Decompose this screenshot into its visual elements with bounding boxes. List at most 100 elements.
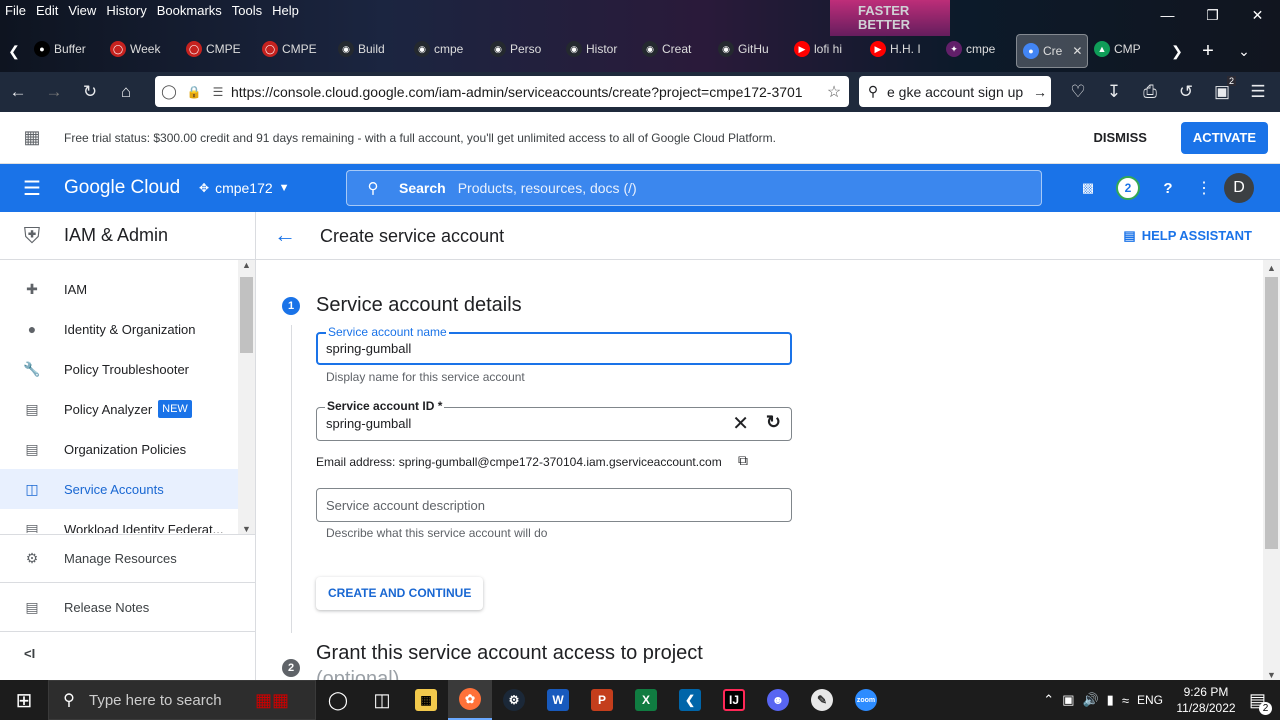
downloads-icon[interactable]: ↧ <box>1096 76 1132 108</box>
sidebar-item-org-policies[interactable]: ▤ Organization Policies <box>0 429 238 469</box>
cloud-shell-icon[interactable]: ▩ <box>1072 172 1104 204</box>
forward-icon[interactable]: → <box>36 76 72 108</box>
sidebar-item-policy-analyzer[interactable]: ▤ Policy Analyzer NEW <box>0 389 238 429</box>
scroll-down-icon[interactable]: ▼ <box>238 524 255 534</box>
taskbar-search[interactable]: ⚲ Type here to search ▦▦ <box>48 680 316 720</box>
zoom-icon[interactable]: zoom <box>844 680 888 720</box>
home-icon[interactable]: ⌂ <box>108 76 144 108</box>
close-window-icon[interactable]: ✕ <box>1235 0 1280 30</box>
menu-edit[interactable]: Edit <box>31 2 63 20</box>
id-field-value[interactable]: spring-gumball <box>326 416 411 431</box>
hamburger-menu-icon[interactable]: ☰ <box>1240 76 1276 108</box>
browser-search-box[interactable]: ⚲ e gke account sign up → <box>859 76 1051 107</box>
name-field-value[interactable]: spring-gumball <box>326 341 411 356</box>
sidebar-item-identity[interactable]: ● Identity & Organization <box>0 309 238 349</box>
menu-file[interactable]: File <box>0 2 31 20</box>
browser-tab[interactable]: ◉ Perso <box>484 34 560 64</box>
main-scrollbar[interactable]: ▲ ▼ <box>1263 260 1280 680</box>
sidebar-item-service-accounts[interactable]: ◫ Service Accounts <box>0 469 238 509</box>
browser-tab[interactable]: ◉ cmpe <box>408 34 484 64</box>
excel-icon[interactable]: X <box>624 680 668 720</box>
browser-tab[interactable]: ● Buffer <box>28 34 104 64</box>
search-go-icon[interactable]: → <box>1029 84 1051 100</box>
description-placeholder[interactable]: Service account description <box>326 498 485 513</box>
tabs-scroll-right-icon[interactable]: ❯ <box>1164 31 1190 71</box>
scroll-up-icon[interactable]: ▲ <box>238 260 255 277</box>
avatar[interactable]: D <box>1224 173 1254 203</box>
action-center-icon[interactable]: ▤ 2 <box>1249 690 1272 715</box>
scrollbar-thumb[interactable] <box>240 277 253 353</box>
menu-tools[interactable]: Tools <box>227 2 267 20</box>
print-icon[interactable]: ⎙ <box>1132 76 1168 108</box>
history-icon[interactable]: ↺ <box>1168 76 1204 108</box>
copy-icon[interactable]: ⧉ <box>738 452 748 469</box>
sidebar-item-release-notes[interactable]: ▤ Release Notes <box>0 587 255 627</box>
scrollbar-thumb[interactable] <box>1265 277 1278 549</box>
browser-tab[interactable]: ◯ CMPE <box>180 34 256 64</box>
bookmark-star-icon[interactable]: ☆ <box>819 82 849 102</box>
back-arrow-icon[interactable]: ← <box>274 222 296 248</box>
new-tab-icon[interactable]: + <box>1190 31 1226 71</box>
url-text[interactable]: https://console.cloud.google.com/iam-adm… <box>231 84 819 100</box>
sidebar-scrollbar[interactable]: ▲ ▼ <box>238 260 255 534</box>
firefox-icon[interactable]: ✿ <box>448 680 492 720</box>
permissions-icon[interactable]: ☰ <box>205 85 231 99</box>
lock-icon[interactable]: 🔒 <box>183 85 205 99</box>
powerpoint-icon[interactable]: P <box>580 680 624 720</box>
maximize-icon[interactable]: ❐ <box>1190 0 1235 30</box>
menu-history[interactable]: History <box>101 2 151 20</box>
wifi-icon[interactable]: ≈ <box>1122 693 1129 708</box>
sidebar-item-workload-identity[interactable]: ▤ Workload Identity Federat... <box>0 509 238 534</box>
sidebar-item-manage-resources[interactable]: ⚙ Manage Resources <box>0 538 255 578</box>
battery-icon[interactable]: ▮ <box>1107 692 1114 708</box>
browser-tab[interactable]: ◯ Week <box>104 34 180 64</box>
intellij-icon[interactable]: IJ <box>712 680 756 720</box>
meet-now-icon[interactable]: ▣ <box>1062 692 1074 708</box>
browser-tab[interactable]: ▶ lofi hi <box>788 34 864 64</box>
windows-start-icon[interactable]: ⊞ <box>0 680 48 720</box>
shield-icon[interactable]: ◯ <box>155 83 183 100</box>
notifications-badge[interactable]: 2 <box>1116 176 1140 200</box>
browser-tab[interactable]: ▲ CMP <box>1088 34 1164 64</box>
browser-tab[interactable]: ✦ cmpe <box>940 34 1016 64</box>
vscode-icon[interactable]: ❮ <box>668 680 712 720</box>
help-icon[interactable]: ? <box>1152 172 1184 204</box>
browser-tab[interactable]: ◉ GitHu <box>712 34 788 64</box>
scroll-up-icon[interactable]: ▲ <box>1263 260 1280 277</box>
main-menu-icon[interactable]: ☰ <box>0 176 64 201</box>
taskbar-search-placeholder[interactable]: Type here to search <box>89 692 255 709</box>
pocket-icon[interactable]: ♡ <box>1060 76 1096 108</box>
clear-icon[interactable]: ✕ <box>732 411 749 436</box>
close-tab-icon[interactable]: ✕ <box>1072 44 1082 58</box>
tray-chevron-icon[interactable]: ⌃ <box>1043 692 1054 708</box>
minimize-icon[interactable]: — <box>1145 0 1190 30</box>
dismiss-button[interactable]: DISMISS <box>1093 130 1146 145</box>
file-explorer-icon[interactable]: ▦ <box>404 680 448 720</box>
word-icon[interactable]: W <box>536 680 580 720</box>
sidebar-item-policy-troubleshooter[interactable]: 🔧 Policy Troubleshooter <box>0 349 238 389</box>
reload-icon[interactable]: ↻ <box>72 76 108 108</box>
google-cloud-logo[interactable]: Google Cloud <box>64 177 199 199</box>
service-account-name-field[interactable]: Service account name spring-gumball <box>316 325 792 365</box>
discord-icon[interactable]: ☻ <box>756 680 800 720</box>
search-text[interactable]: e gke account sign up <box>887 84 1029 100</box>
activate-button[interactable]: ACTIVATE <box>1180 121 1268 154</box>
tabs-scroll-left-icon[interactable]: ❮ <box>0 31 28 71</box>
menu-bookmarks[interactable]: Bookmarks <box>152 2 227 20</box>
menu-view[interactable]: View <box>63 2 101 20</box>
language-indicator[interactable]: ENG <box>1137 693 1163 707</box>
sidebar-item-iam[interactable]: ✚ IAM <box>0 269 238 309</box>
browser-tab[interactable]: ◯ CMPE <box>256 34 332 64</box>
cortana-icon[interactable]: ◯ <box>316 680 360 720</box>
task-view-icon[interactable]: ◫ <box>360 680 404 720</box>
back-icon[interactable]: ← <box>0 76 36 108</box>
browser-tab[interactable]: ● Cre ✕ <box>1016 34 1088 68</box>
collapse-sidebar-icon[interactable]: <I <box>24 646 35 661</box>
steam-icon[interactable]: ⚙ <box>492 680 536 720</box>
browser-tab[interactable]: ◉ Build <box>332 34 408 64</box>
menu-help[interactable]: Help <box>267 2 304 20</box>
refresh-icon[interactable]: ↻ <box>766 412 781 433</box>
browser-tab[interactable]: ◉ Creat <box>636 34 712 64</box>
clock[interactable]: 9:26 PM 11/28/2022 <box>1171 684 1241 716</box>
tab-list-chevron-icon[interactable]: ⌄ <box>1226 31 1262 71</box>
